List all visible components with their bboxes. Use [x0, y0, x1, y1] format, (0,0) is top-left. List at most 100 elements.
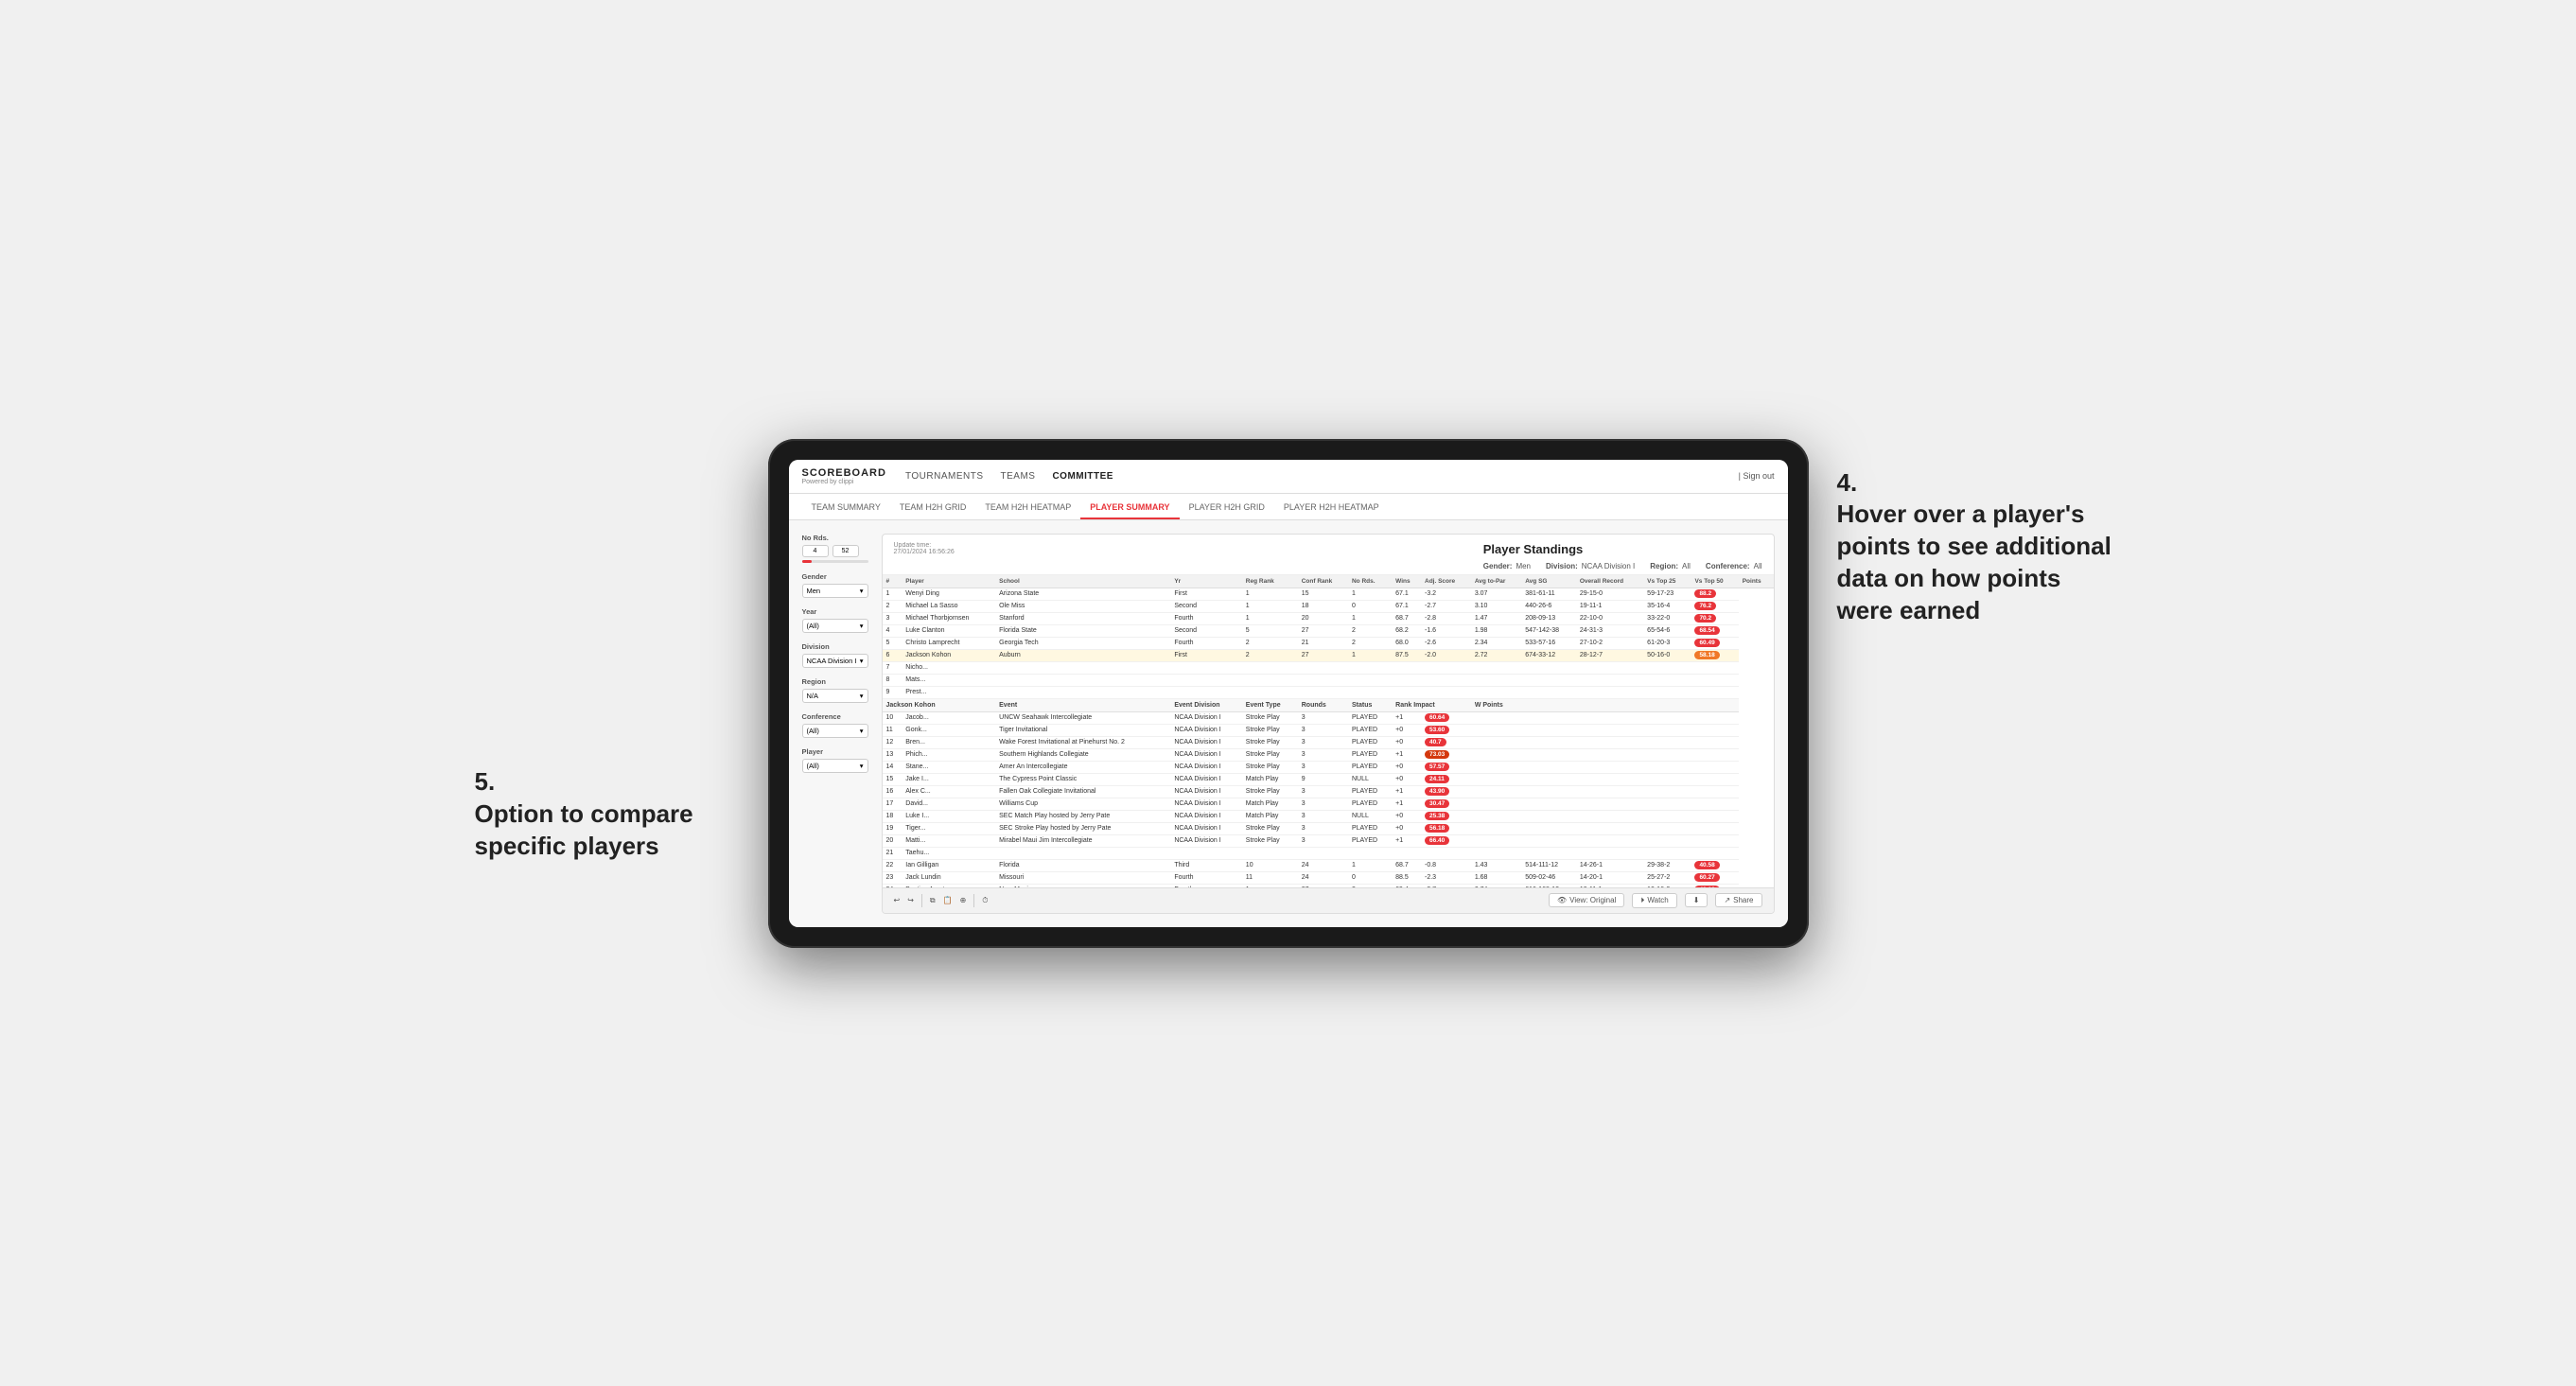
col-overall-record: Overall Record	[1576, 575, 1643, 588]
watch-button[interactable]: ⏵ Watch	[1632, 893, 1676, 908]
logo-sub: Powered by clippi	[802, 479, 886, 485]
nav-tournaments[interactable]: TOURNAMENTS	[905, 471, 984, 482]
filter-year-select[interactable]: (All) ▾	[802, 619, 868, 633]
subnav-team-summary[interactable]: TEAM SUMMARY	[802, 497, 890, 519]
logo-text: SCOREBOARD	[802, 467, 886, 479]
points-badge: 24.11	[1425, 775, 1449, 783]
filter-norounds-max[interactable]: 52	[832, 545, 859, 557]
eye-icon: 👁	[1557, 896, 1567, 904]
filter-display-conference: Conference: All	[1706, 562, 1762, 570]
standings-table: # Player School Yr Reg Rank Conf Rank No…	[883, 575, 1774, 887]
standings-panel: Update time:27/01/2024 16:56:26 Player S…	[882, 534, 1775, 914]
copy-button[interactable]: ⧉	[930, 896, 936, 905]
redo-button[interactable]: ↪	[907, 896, 914, 904]
tooltip-row: 20 Matti... Mirabel Maui Jim Intercolleg…	[883, 834, 1774, 847]
points-badge: 66.40	[1425, 836, 1449, 845]
filter-year-label: Year	[802, 607, 868, 616]
standings-filters-row: Gender: Men Division: NCAA Division I Re…	[1483, 562, 1762, 570]
nav-committee[interactable]: COMMITTEE	[1052, 471, 1113, 482]
sub-nav: TEAM SUMMARY TEAM H2H GRID TEAM H2H HEAT…	[789, 494, 1788, 520]
filter-conference-select[interactable]: (All) ▾	[802, 724, 868, 738]
nav-teams[interactable]: TEAMS	[1001, 471, 1036, 482]
chevron-down-icon: ▾	[860, 762, 864, 770]
clock-button[interactable]: ⏱	[982, 896, 988, 905]
tooltip-row: 13 Phich... Southern Highlands Collegiat…	[883, 748, 1774, 761]
col-reg-rank: Reg Rank	[1242, 575, 1298, 588]
tooltip-row: 17 David... Williams Cup NCAA Division I…	[883, 798, 1774, 810]
points-badge: 56.18	[1425, 824, 1449, 833]
points-badge: 60.64	[1425, 713, 1449, 722]
filter-group-norounds: No Rds. 4 52	[802, 534, 868, 563]
points-badge: 57.57	[1425, 763, 1449, 771]
subnav-player-h2h-heatmap[interactable]: PLAYER H2H HEATMAP	[1274, 497, 1389, 519]
standings-header: Update time:27/01/2024 16:56:26 Player S…	[883, 535, 1774, 575]
points-badge[interactable]: 40.02	[1694, 886, 1719, 887]
table-row: 1 Wenyi Ding Arizona State First 1 15 1 …	[883, 588, 1774, 600]
download-button[interactable]: ⬇	[1685, 893, 1709, 907]
undo-button[interactable]: ↩	[894, 896, 901, 904]
table-row: 9 Prest...	[883, 686, 1774, 698]
table-row: 7 Nicho...	[883, 661, 1774, 674]
table-row: 5 Christo Lamprecht Georgia Tech Fourth …	[883, 637, 1774, 649]
tooltip-row: 10 Jacob... UNCW Seahawk Intercollegiate…	[883, 711, 1774, 724]
logo-area: SCOREBOARD Powered by clippi	[802, 467, 886, 485]
filter-player-label: Player	[802, 747, 868, 756]
tooltip-row: 12 Bren... Wake Forest Invitational at P…	[883, 736, 1774, 748]
points-badge[interactable]: 70.2	[1694, 614, 1716, 623]
share-icon: ↗	[1724, 896, 1730, 904]
points-badge[interactable]: 40.58	[1694, 861, 1719, 869]
points-badge: 73.03	[1425, 750, 1449, 759]
filter-norounds-slider[interactable]	[802, 560, 868, 563]
points-badge: 25.38	[1425, 812, 1449, 820]
sidebar-filters: No Rds. 4 52 Gender Men ▾	[802, 534, 868, 914]
settings-button[interactable]: ⊕	[960, 896, 967, 904]
filter-display-division: Division: NCAA Division I	[1546, 562, 1635, 570]
chevron-down-icon: ▾	[860, 727, 864, 735]
view-button[interactable]: 👁 View: Original	[1549, 893, 1624, 907]
subnav-player-summary[interactable]: PLAYER SUMMARY	[1080, 497, 1179, 519]
filter-player-select[interactable]: (All) ▾	[802, 759, 868, 773]
col-player: Player	[902, 575, 995, 588]
filter-norounds-min[interactable]: 4	[802, 545, 829, 557]
paste-button[interactable]: 📋	[943, 896, 953, 904]
top-nav: SCOREBOARD Powered by clippi TOURNAMENTS…	[789, 460, 1788, 494]
points-badge[interactable]: 60.27	[1694, 873, 1719, 882]
col-no-rds: No Rds.	[1348, 575, 1392, 588]
subnav-team-h2h-heatmap[interactable]: TEAM H2H HEATMAP	[975, 497, 1080, 519]
points-badge: 40.7	[1425, 738, 1446, 746]
col-adj-score: Adj. Score	[1421, 575, 1471, 588]
subnav-team-h2h-grid[interactable]: TEAM H2H GRID	[890, 497, 976, 519]
sign-out-link[interactable]: | Sign out	[1739, 471, 1775, 481]
filter-division-select[interactable]: NCAA Division I ▾	[802, 654, 868, 668]
points-badge[interactable]: 60.49	[1694, 639, 1719, 647]
right-annotation: 4. Hover over a player's points to see a…	[1837, 467, 2121, 627]
table-row: 22 Ian Gilligan Florida Third 10 24 1 68…	[883, 859, 1774, 871]
filter-display-region: Region: All	[1650, 562, 1691, 570]
table-row: 8 Mats...	[883, 674, 1774, 686]
points-badge[interactable]: 68.54	[1694, 626, 1719, 635]
points-badge[interactable]: 88.2	[1694, 589, 1716, 598]
bottom-toolbar: ↩ ↪ ⧉ 📋 ⊕ ⏱ 👁 View: Original	[883, 887, 1774, 913]
filter-group-region: Region N/A ▾	[802, 677, 868, 703]
filter-gender-select[interactable]: Men ▾	[802, 584, 868, 598]
subnav-player-h2h-grid[interactable]: PLAYER H2H GRID	[1180, 497, 1274, 519]
col-vs-top-50: Vs Top 50	[1691, 575, 1738, 588]
filter-division-label: Division	[802, 642, 868, 651]
col-conf-rank: Conf Rank	[1298, 575, 1348, 588]
points-badge: 43.90	[1425, 787, 1449, 796]
tooltip-row: 19 Tiger... SEC Stroke Play hosted by Je…	[883, 822, 1774, 834]
points-badge[interactable]: 76.2	[1694, 602, 1716, 610]
chevron-down-icon: ▾	[860, 587, 864, 595]
filter-group-division: Division NCAA Division I ▾	[802, 642, 868, 668]
chevron-down-icon: ▾	[860, 692, 864, 700]
filter-region-select[interactable]: N/A ▾	[802, 689, 868, 703]
col-avg-to-par: Avg to-Par	[1471, 575, 1521, 588]
nav-items: TOURNAMENTS TEAMS COMMITTEE	[905, 471, 1739, 482]
share-button[interactable]: ↗ Share	[1715, 893, 1761, 907]
table-row: 3 Michael Thorbjornsen Stanford Fourth 1…	[883, 612, 1774, 624]
points-badge: 53.60	[1425, 726, 1449, 734]
col-avg-sg: Avg SG	[1521, 575, 1576, 588]
points-badge-hovered[interactable]: 58.18	[1694, 651, 1719, 659]
update-time: Update time:27/01/2024 16:56:26	[894, 542, 955, 555]
chevron-down-icon: ▾	[860, 657, 864, 665]
